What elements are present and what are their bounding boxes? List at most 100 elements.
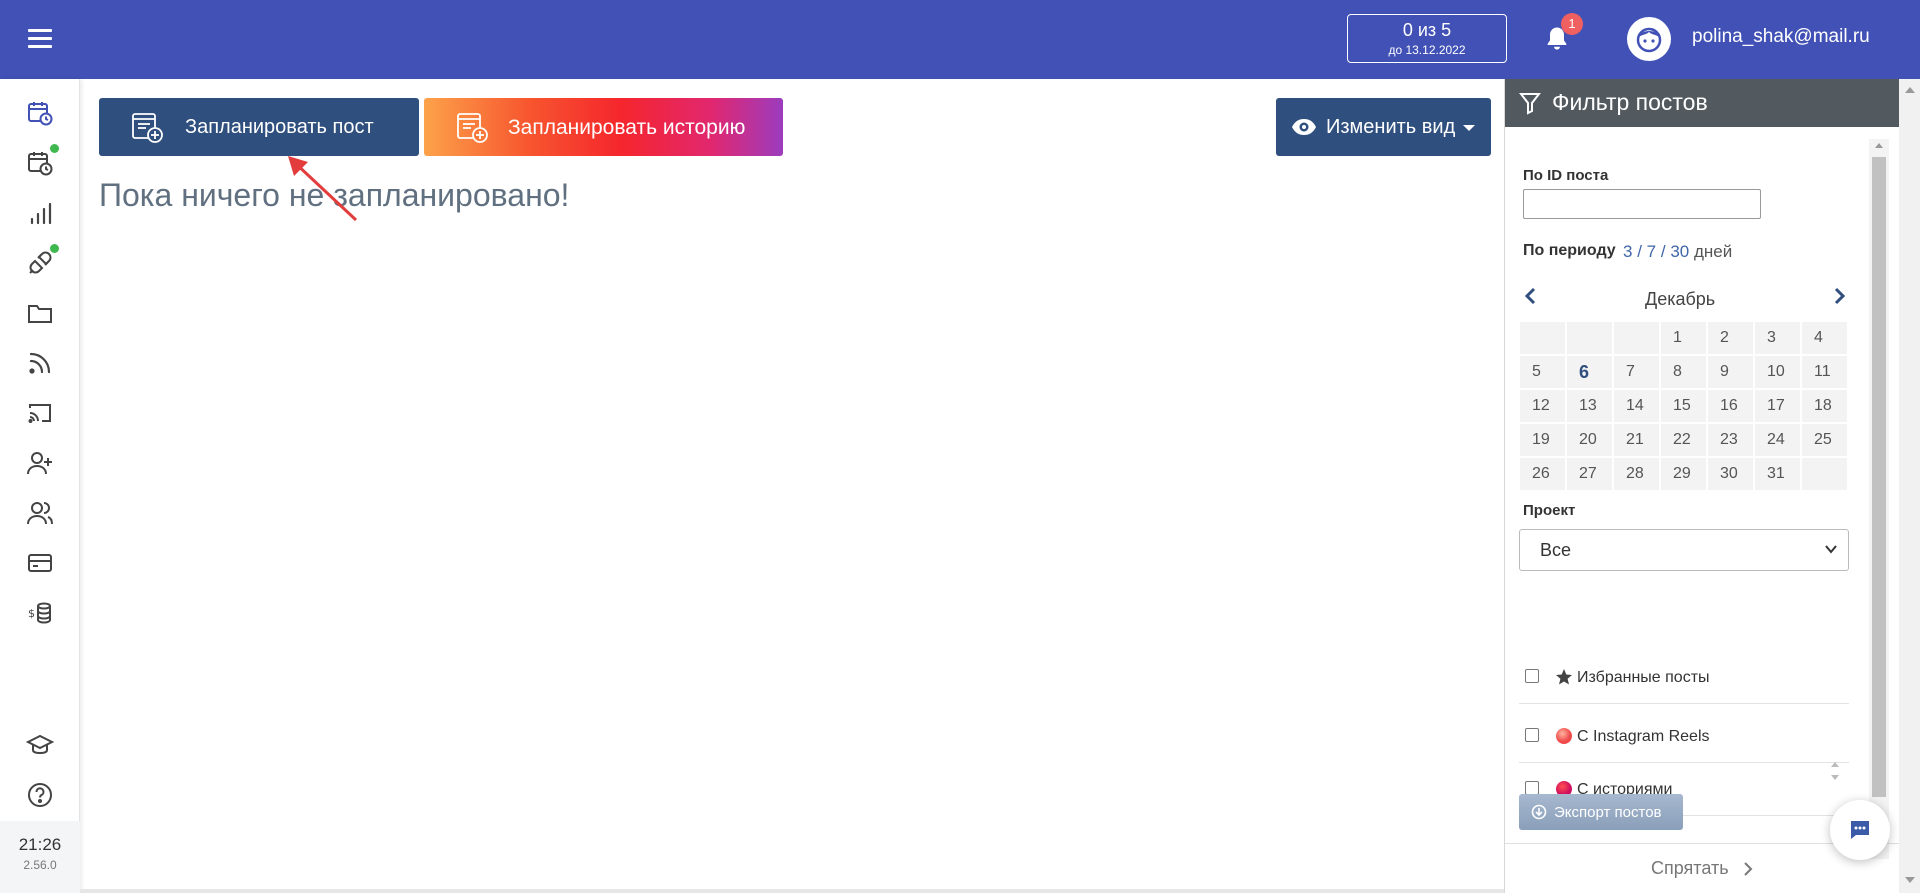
- days-label: дней: [1694, 242, 1733, 261]
- credit-card-icon[interactable]: [26, 549, 54, 577]
- coins-dollar-icon[interactable]: $: [26, 599, 54, 627]
- calendar-day[interactable]: 17: [1755, 390, 1800, 422]
- calendar-day[interactable]: 4: [1802, 322, 1847, 354]
- calendar-day[interactable]: 10: [1755, 356, 1800, 388]
- change-view-button[interactable]: Изменить вид: [1276, 98, 1491, 156]
- graduation-cap-icon[interactable]: [26, 731, 54, 759]
- quota-count: 0 из 5: [1402, 20, 1452, 40]
- clock: 21:26: [18, 835, 62, 854]
- calendar-day[interactable]: 9: [1708, 356, 1753, 388]
- avatar[interactable]: [1627, 17, 1671, 61]
- calendar-empty-cell: [1802, 458, 1847, 490]
- chevron-right-icon[interactable]: [1831, 286, 1849, 306]
- calendar-day[interactable]: 20: [1567, 424, 1612, 456]
- calendar-day[interactable]: 7: [1614, 356, 1659, 388]
- calendar-day[interactable]: 19: [1520, 424, 1565, 456]
- notification-badge: 1: [1561, 13, 1583, 35]
- calendar-day[interactable]: 12: [1520, 390, 1565, 422]
- scroll-down-icon[interactable]: [1905, 877, 1915, 883]
- favorite-posts-filter[interactable]: Избранные посты: [1519, 652, 1849, 704]
- rss-icon[interactable]: [26, 349, 54, 377]
- caret-down-icon: [1463, 125, 1475, 131]
- menu-icon[interactable]: [28, 29, 52, 49]
- calendar-day[interactable]: 2: [1708, 322, 1753, 354]
- period-separator: /: [1637, 242, 1642, 261]
- calendar-day[interactable]: 31: [1755, 458, 1800, 490]
- calendar-day[interactable]: 11: [1802, 356, 1847, 388]
- period-7-link[interactable]: 7: [1647, 242, 1656, 261]
- calendar-day[interactable]: 22: [1661, 424, 1706, 456]
- calendar-clock-icon[interactable]: [26, 99, 54, 127]
- change-view-label: Изменить вид: [1326, 116, 1456, 138]
- calendar-day[interactable]: 5: [1520, 356, 1565, 388]
- chevron-right-icon[interactable]: [1743, 861, 1753, 877]
- left-sidebar: $ 21:26 2.56.0: [0, 79, 80, 893]
- bar-chart-icon[interactable]: [26, 199, 54, 227]
- stories-checkbox[interactable]: [1525, 781, 1539, 795]
- period-3-link[interactable]: 3: [1623, 242, 1632, 261]
- calendar-day[interactable]: 29: [1661, 458, 1706, 490]
- reels-filter[interactable]: С Instagram Reels: [1519, 711, 1849, 763]
- calendar-day[interactable]: 8: [1661, 356, 1706, 388]
- calendar-week: 1234: [1520, 322, 1847, 354]
- hide-panel-button[interactable]: Спрятать: [1651, 858, 1729, 879]
- calendar-day[interactable]: 16: [1708, 390, 1753, 422]
- calendar-day[interactable]: 15: [1661, 390, 1706, 422]
- reels-checkbox[interactable]: [1525, 728, 1539, 742]
- calendar-day[interactable]: 30: [1708, 458, 1753, 490]
- calendar-day[interactable]: 24: [1755, 424, 1800, 456]
- period-30-link[interactable]: 30: [1670, 242, 1689, 261]
- calendar-clock-alert-icon[interactable]: [26, 149, 54, 177]
- calendar-day[interactable]: 21: [1614, 424, 1659, 456]
- calendar-day[interactable]: 28: [1614, 458, 1659, 490]
- support-chat-button[interactable]: [1830, 800, 1890, 860]
- scroll-up-icon[interactable]: [1875, 143, 1883, 148]
- calendar-month: Декабрь: [1645, 289, 1716, 309]
- calendar-week: 5 6 7 8 9 10 11: [1520, 356, 1847, 388]
- users-icon[interactable]: [26, 499, 54, 527]
- calendar-day[interactable]: 25: [1802, 424, 1847, 456]
- calendar-day[interactable]: 18: [1802, 390, 1847, 422]
- by-period-label: По периоду: [1523, 242, 1616, 259]
- folder-icon[interactable]: [26, 299, 54, 327]
- posts-quota[interactable]: 0 из 5 до 13.12.2022: [1347, 14, 1507, 63]
- calendar-day[interactable]: 6: [1567, 356, 1612, 388]
- calendar-week: 19 20 21 22 23 24 25: [1520, 424, 1847, 456]
- cast-icon[interactable]: [26, 399, 54, 427]
- schedule-post-button[interactable]: Запланировать пост: [99, 98, 419, 156]
- spinner-arrows-icon[interactable]: [1829, 759, 1841, 783]
- scroll-up-icon[interactable]: [1905, 87, 1915, 93]
- scroll-thumb[interactable]: [1872, 157, 1886, 797]
- project-label: Проект: [1523, 502, 1576, 519]
- help-icon[interactable]: [26, 781, 54, 809]
- calendar-day[interactable]: 26: [1520, 458, 1565, 490]
- plug-icon[interactable]: [26, 249, 54, 277]
- svg-text:$: $: [28, 607, 35, 620]
- post-filter-panel: Фильтр постов По ID поста По периоду 3 /…: [1504, 79, 1900, 893]
- favorite-checkbox[interactable]: [1525, 669, 1539, 683]
- post-id-input[interactable]: [1523, 189, 1761, 219]
- calendar-day[interactable]: 27: [1567, 458, 1612, 490]
- clock-panel: 21:26 2.56.0: [0, 821, 80, 893]
- filter-scrollbar[interactable]: [1869, 139, 1889, 859]
- user-email[interactable]: polina_shak@mail.ru: [1692, 26, 1870, 48]
- schedule-story-label: Запланировать историю: [508, 116, 746, 139]
- page-scrollbar[interactable]: [1899, 79, 1920, 893]
- chevron-left-icon[interactable]: [1521, 286, 1539, 306]
- filter-title: Фильтр постов: [1552, 89, 1708, 115]
- calendar-day[interactable]: 1: [1661, 322, 1706, 354]
- calendar-day[interactable]: 13: [1567, 390, 1612, 422]
- calendar-day[interactable]: 14: [1614, 390, 1659, 422]
- schedule-story-button[interactable]: Запланировать историю: [424, 98, 783, 156]
- funnel-icon: [1519, 93, 1541, 115]
- empty-state-message: Пока ничего не запланировано!: [99, 177, 570, 213]
- calendar-day[interactable]: 23: [1708, 424, 1753, 456]
- period-links: 3 / 7 / 30 дней: [1623, 242, 1732, 262]
- reels-label: С Instagram Reels: [1577, 728, 1710, 745]
- export-posts-button[interactable]: Экспорт постов: [1519, 794, 1683, 830]
- schedule-post-label: Запланировать пост: [185, 116, 374, 138]
- user-plus-icon[interactable]: [26, 449, 54, 477]
- project-select[interactable]: Все: [1519, 529, 1849, 571]
- calendar-day[interactable]: 3: [1755, 322, 1800, 354]
- online-dot: [50, 144, 59, 153]
